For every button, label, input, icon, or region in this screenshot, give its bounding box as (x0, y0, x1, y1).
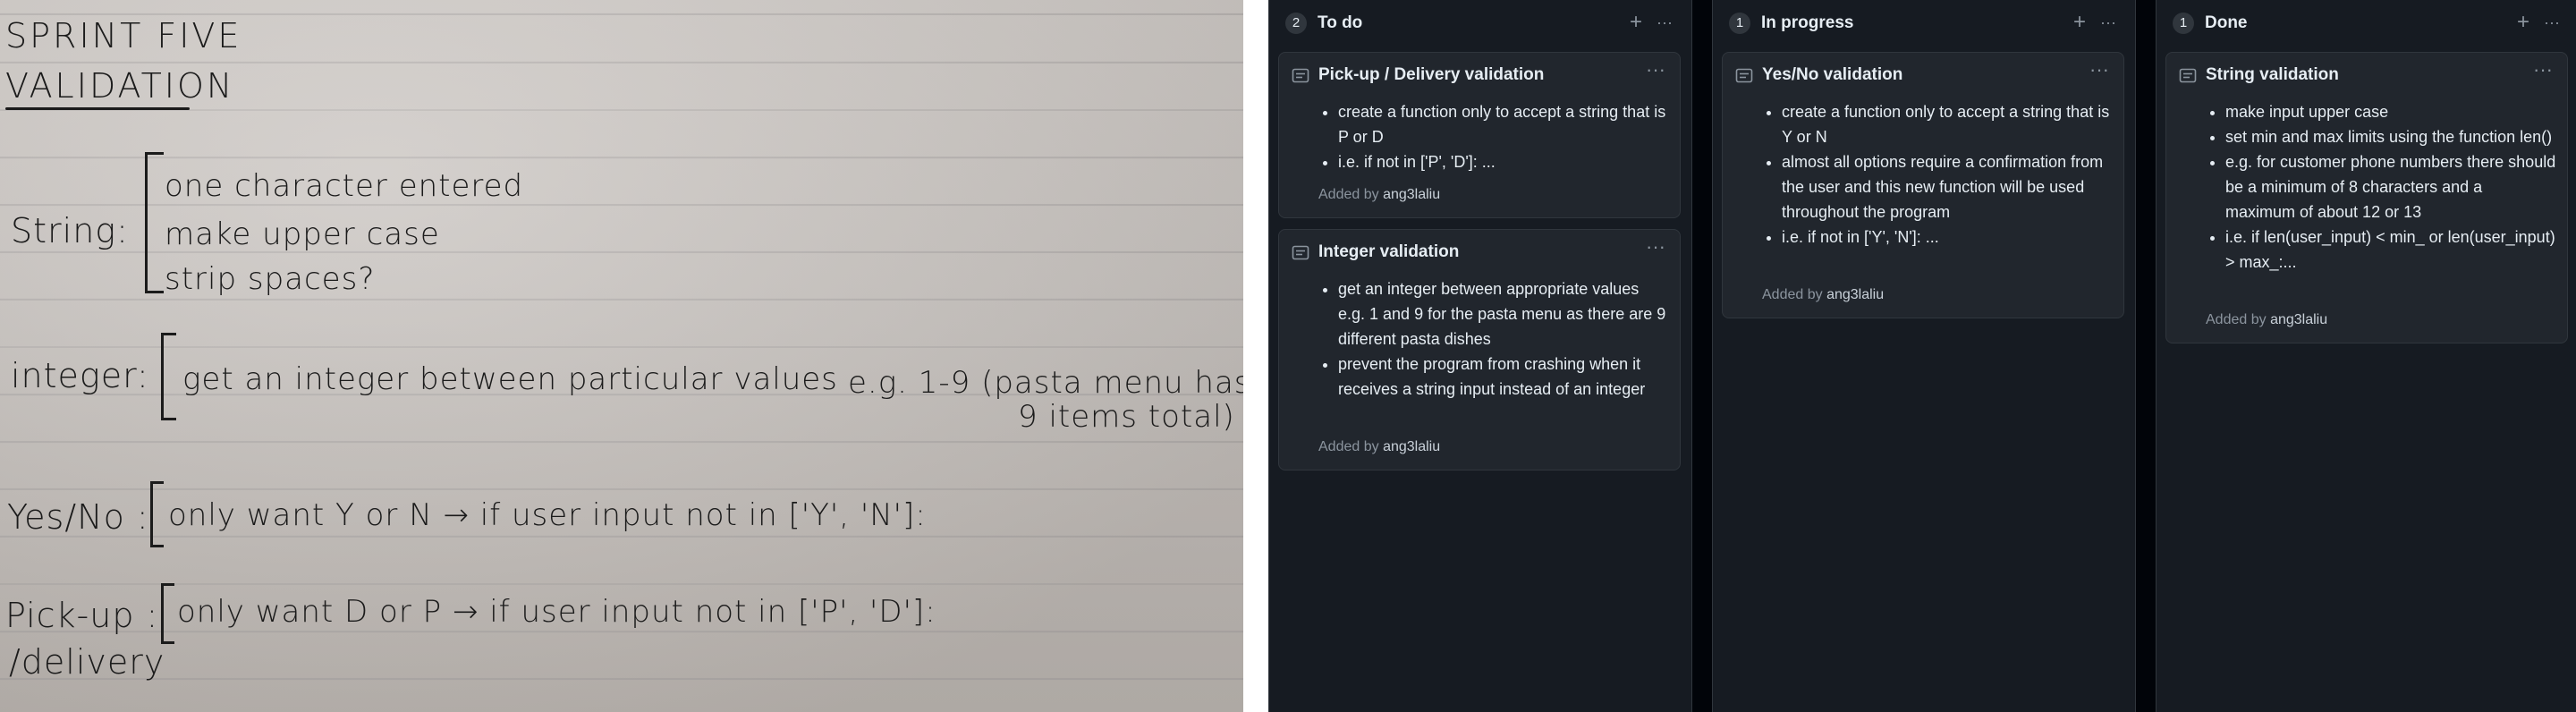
yesno-label: Yes/No : (7, 497, 149, 537)
column-done: 1 Done + ··· String validation ··· make … (2156, 0, 2576, 712)
string-item-1: one character entered (165, 168, 524, 204)
card-bullet: e.g. for customer phone numbers there sh… (2225, 149, 2556, 225)
card-description: make input upper case set min and max li… (2206, 99, 2556, 275)
pickup-label-cont: /delivery (9, 642, 165, 682)
column-title: To do (1318, 13, 1363, 32)
integer-label: integer: (11, 356, 149, 395)
column-title: In progress (1761, 13, 1854, 32)
card-more-icon[interactable]: ··· (1646, 235, 1665, 259)
card-title[interactable]: Pick-up / Delivery validation (1318, 65, 1544, 85)
card-string[interactable]: String validation ··· make input upper c… (2165, 52, 2568, 343)
card-description: create a function only to accept a strin… (1762, 99, 2113, 250)
card-bullet: almost all options require a confirmatio… (1782, 149, 2113, 225)
integer-example: e.g. 1-9 (pasta menu has (848, 365, 1243, 401)
column-todo: 2 To do + ··· Pick-up / Delivery validat… (1268, 0, 1692, 712)
notebook-photo: SPRINT FIVE VALIDATION String: one chara… (0, 0, 1243, 712)
column-title: Done (2205, 13, 2248, 32)
project-board: 2 To do + ··· Pick-up / Delivery validat… (1268, 0, 2576, 712)
integer-text: get an integer between particular values (182, 361, 838, 397)
column-more-icon[interactable]: ··· (2096, 9, 2121, 36)
card-integer[interactable]: Integer validation ··· get an integer be… (1278, 229, 1681, 470)
card-yes-no[interactable]: Yes/No validation ··· create a function … (1722, 52, 2124, 318)
column-header: 1 Done + ··· (2157, 0, 2576, 47)
string-bracket (145, 152, 164, 293)
card-more-icon[interactable]: ··· (1646, 58, 1665, 81)
card-title[interactable]: Integer validation (1318, 242, 1459, 262)
string-item-2: make upper case (165, 216, 440, 252)
column-more-icon[interactable]: ··· (1652, 9, 1677, 36)
added-by-user[interactable]: ang3laliu (1383, 187, 1440, 202)
add-item-icon[interactable]: + (2511, 9, 2536, 36)
pickup-text: only want D or P → if user input not in … (177, 594, 936, 630)
yesno-text: only want Y or N → if user input not in … (168, 497, 927, 533)
draft-note-icon (1292, 68, 1309, 83)
screenshot: SPRINT FIVE VALIDATION String: one chara… (0, 0, 2576, 712)
card-bullet: set min and max limits using the functio… (2225, 124, 2556, 149)
notes-title: SPRINT FIVE (5, 16, 242, 55)
card-bullet: prevent the program from crashing when i… (1338, 352, 1669, 402)
card-more-icon[interactable]: ··· (2533, 58, 2553, 81)
column-count-badge: 2 (1285, 13, 1307, 34)
draft-note-icon (2179, 68, 2197, 83)
added-by-prefix: Added by (1762, 287, 1823, 302)
column-header: 2 To do + ··· (1269, 0, 1691, 47)
added-by-user[interactable]: ang3laliu (2270, 312, 2327, 327)
card-added-by: Added by ang3laliu (2206, 312, 2327, 328)
added-by-prefix: Added by (1318, 187, 1379, 202)
pickup-bracket (161, 583, 174, 644)
card-title[interactable]: Yes/No validation (1762, 65, 1902, 85)
card-added-by: Added by ang3laliu (1318, 439, 1440, 455)
card-description: create a function only to accept a strin… (1318, 99, 1669, 174)
column-count-badge: 1 (2173, 13, 2194, 34)
string-label: String: (11, 211, 129, 250)
card-bullet: create a function only to accept a strin… (1782, 99, 2113, 149)
draft-note-icon (1292, 245, 1309, 260)
draft-note-icon (1735, 68, 1753, 83)
card-more-icon[interactable]: ··· (2089, 58, 2109, 81)
card-bullet: make input upper case (2225, 99, 2556, 124)
notes-subtitle: VALIDATION (5, 66, 235, 106)
yesno-bracket (150, 481, 164, 547)
added-by-user[interactable]: ang3laliu (1826, 287, 1884, 302)
integer-example-cont: 9 items total) (1018, 399, 1235, 435)
card-bullet: get an integer between appropriate value… (1338, 276, 1669, 352)
string-item-3: strip spaces? (165, 261, 376, 297)
card-pickup-delivery[interactable]: Pick-up / Delivery validation ··· create… (1278, 52, 1681, 218)
added-by-user[interactable]: ang3laliu (1383, 439, 1440, 454)
integer-bracket (161, 333, 176, 420)
card-bullet: i.e. if not in ['P', 'D']: ... (1338, 149, 1669, 174)
card-bullet: i.e. if not in ['Y', 'N']: ... (1782, 225, 2113, 250)
add-item-icon[interactable]: + (2067, 9, 2092, 36)
subtitle-underline (5, 107, 190, 110)
card-added-by: Added by ang3laliu (1318, 187, 1440, 203)
pickup-label: Pick-up : (5, 596, 159, 635)
card-description: get an integer between appropriate value… (1318, 276, 1669, 402)
added-by-prefix: Added by (2206, 312, 2267, 327)
card-added-by: Added by ang3laliu (1762, 287, 1884, 303)
column-count-badge: 1 (1729, 13, 1750, 34)
card-bullet: i.e. if len(user_input) < min_ or len(us… (2225, 225, 2556, 275)
card-bullet: create a function only to accept a strin… (1338, 99, 1669, 149)
card-title[interactable]: String validation (2206, 65, 2339, 85)
column-in-progress: 1 In progress + ··· Yes/No validation ··… (1712, 0, 2136, 712)
column-header: 1 In progress + ··· (1713, 0, 2135, 47)
added-by-prefix: Added by (1318, 439, 1379, 454)
add-item-icon[interactable]: + (1623, 9, 1648, 36)
column-more-icon[interactable]: ··· (2539, 9, 2564, 36)
